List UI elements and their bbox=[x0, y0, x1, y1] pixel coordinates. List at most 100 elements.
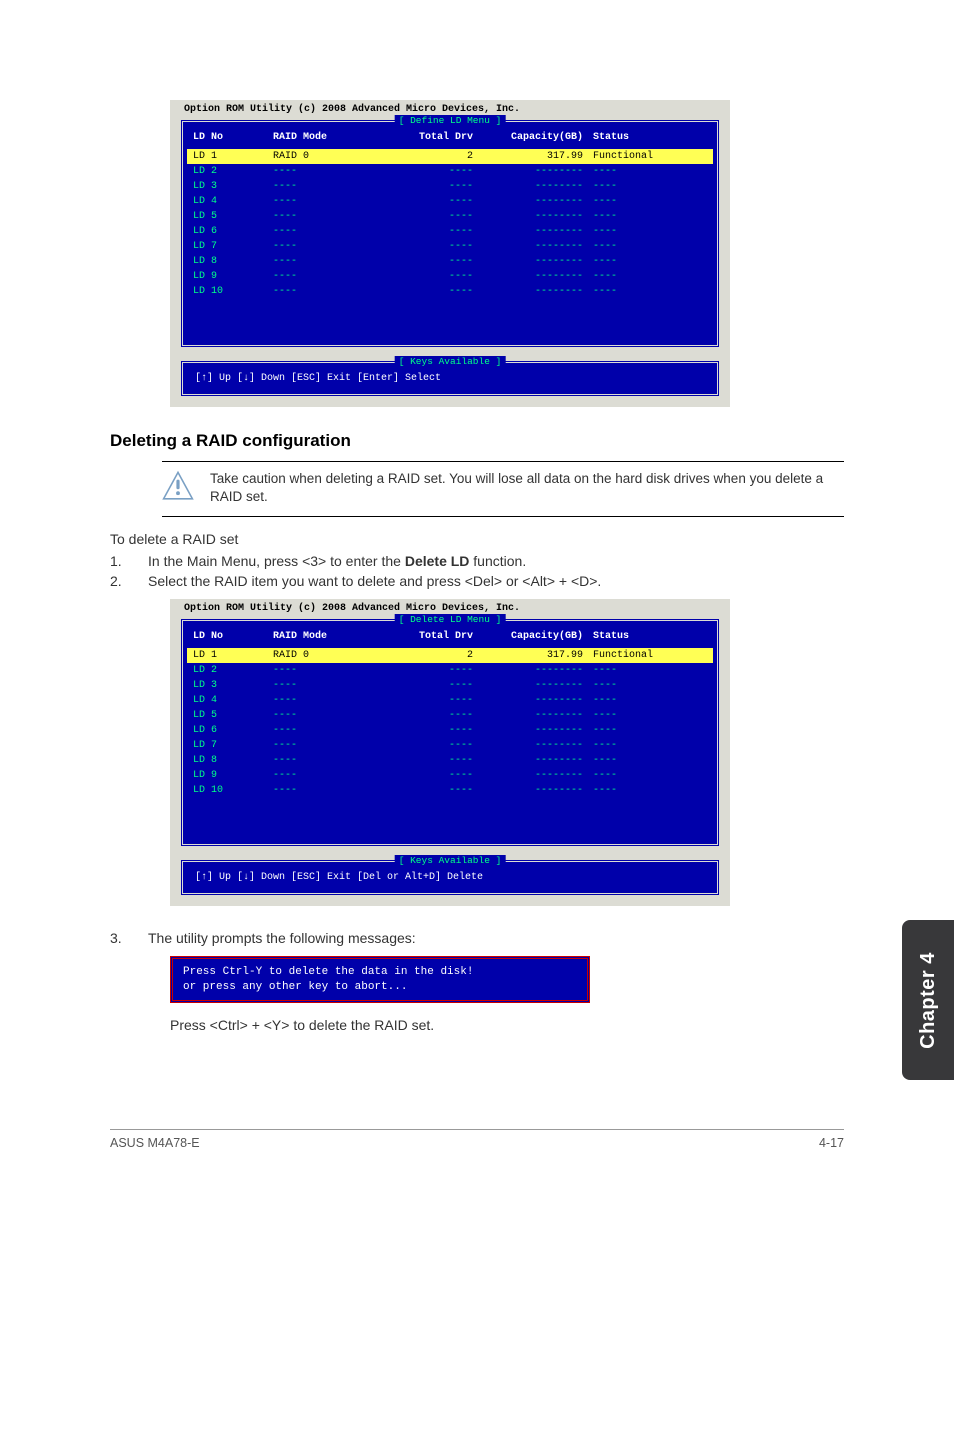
hdr-drv: Total Drv bbox=[383, 629, 473, 644]
cell-drv: ---- bbox=[383, 708, 473, 723]
cell-cap: -------- bbox=[473, 284, 593, 299]
define-panel-label: [ Define LD Menu ] bbox=[395, 115, 506, 126]
cell-stat: ---- bbox=[593, 179, 703, 194]
cell-mode: RAID 0 bbox=[273, 648, 383, 663]
keys-label-2: [ Keys Available ] bbox=[395, 855, 506, 866]
bios-utility-title-2: Option ROM Utility (c) 2008 Advanced Mic… bbox=[180, 603, 720, 614]
cell-drv: ---- bbox=[383, 239, 473, 254]
step-1-text: In the Main Menu, press <3> to enter the… bbox=[148, 553, 526, 569]
cell-drv: ---- bbox=[383, 753, 473, 768]
cell-mode: ---- bbox=[273, 269, 383, 284]
table-row: LD 5-------------------- bbox=[183, 209, 717, 224]
cell-drv: 2 bbox=[383, 648, 473, 663]
bios-delete-window: Option ROM Utility (c) 2008 Advanced Mic… bbox=[170, 599, 730, 906]
cell-ldno: LD 7 bbox=[193, 738, 273, 753]
footer-left: ASUS M4A78-E bbox=[110, 1136, 200, 1150]
hdr-cap: Capacity(GB) bbox=[473, 629, 593, 644]
intro-text: To delete a RAID set bbox=[110, 531, 844, 547]
cell-ldno: LD 3 bbox=[193, 678, 273, 693]
step-num: 2. bbox=[110, 573, 124, 589]
cell-drv: ---- bbox=[383, 209, 473, 224]
hdr-mode: RAID Mode bbox=[273, 130, 383, 145]
cell-mode: ---- bbox=[273, 194, 383, 209]
step-3: 3. The utility prompts the following mes… bbox=[110, 930, 844, 946]
cell-drv: ---- bbox=[383, 678, 473, 693]
cell-mode: ---- bbox=[273, 738, 383, 753]
cell-stat: ---- bbox=[593, 284, 703, 299]
footer-right: 4-17 bbox=[819, 1136, 844, 1150]
cell-stat: ---- bbox=[593, 708, 703, 723]
cell-stat: ---- bbox=[593, 269, 703, 284]
cell-mode: ---- bbox=[273, 284, 383, 299]
prompt-box: Press Ctrl-Y to delete the data in the d… bbox=[170, 956, 590, 1003]
press-line: Press <Ctrl> + <Y> to delete the RAID se… bbox=[170, 1017, 844, 1033]
chapter-side-tab: Chapter 4 bbox=[902, 920, 954, 1080]
cell-drv: ---- bbox=[383, 224, 473, 239]
bios-utility-title: Option ROM Utility (c) 2008 Advanced Mic… bbox=[180, 104, 720, 115]
cell-ldno: LD 4 bbox=[193, 693, 273, 708]
cell-drv: ---- bbox=[383, 693, 473, 708]
cell-stat: ---- bbox=[593, 753, 703, 768]
cell-ldno: LD 9 bbox=[193, 269, 273, 284]
prompt-line-1: Press Ctrl-Y to delete the data in the d… bbox=[183, 965, 577, 979]
cell-stat: ---- bbox=[593, 224, 703, 239]
cell-stat: ---- bbox=[593, 723, 703, 738]
section-heading: Deleting a RAID configuration bbox=[110, 431, 844, 451]
cell-cap: -------- bbox=[473, 194, 593, 209]
warning-icon bbox=[162, 470, 194, 502]
cell-stat: ---- bbox=[593, 738, 703, 753]
cell-mode: ---- bbox=[273, 179, 383, 194]
table-row: LD 1RAID 02317.99Functional bbox=[187, 648, 713, 663]
cell-cap: -------- bbox=[473, 269, 593, 284]
bios-header-row: LD No RAID Mode Total Drv Capacity(GB) S… bbox=[183, 130, 717, 145]
step-2: 2. Select the RAID item you want to dele… bbox=[110, 573, 844, 589]
chapter-label: Chapter 4 bbox=[917, 952, 940, 1049]
hdr-drv: Total Drv bbox=[383, 130, 473, 145]
cell-cap: -------- bbox=[473, 239, 593, 254]
keys-label: [ Keys Available ] bbox=[395, 356, 506, 367]
cell-ldno: LD 9 bbox=[193, 768, 273, 783]
table-row: LD 9-------------------- bbox=[183, 768, 717, 783]
cell-cap: -------- bbox=[473, 179, 593, 194]
table-row: LD 2-------------------- bbox=[183, 663, 717, 678]
table-row: LD 5-------------------- bbox=[183, 708, 717, 723]
table-row: LD 2-------------------- bbox=[183, 164, 717, 179]
steps-list-cont: 3. The utility prompts the following mes… bbox=[110, 930, 844, 946]
hdr-ldno: LD No bbox=[193, 130, 273, 145]
step1-bold: Delete LD bbox=[405, 553, 470, 569]
page-footer: ASUS M4A78-E 4-17 bbox=[110, 1129, 844, 1150]
cell-stat: ---- bbox=[593, 768, 703, 783]
prompt-line-2: or press any other key to abort... bbox=[183, 980, 577, 994]
bios-delete-panel: [ Delete LD Menu ] LD No RAID Mode Total… bbox=[180, 618, 720, 847]
table-row: LD 10-------------------- bbox=[183, 783, 717, 798]
cell-stat: Functional bbox=[593, 648, 703, 663]
table-row: LD 9-------------------- bbox=[183, 269, 717, 284]
cell-drv: ---- bbox=[383, 284, 473, 299]
cell-drv: ---- bbox=[383, 663, 473, 678]
cell-cap: -------- bbox=[473, 164, 593, 179]
cell-drv: ---- bbox=[383, 194, 473, 209]
cell-ldno: LD 6 bbox=[193, 723, 273, 738]
cell-cap: 317.99 bbox=[473, 149, 593, 164]
table-row: LD 4-------------------- bbox=[183, 693, 717, 708]
table-row: LD 3-------------------- bbox=[183, 179, 717, 194]
table-row: LD 1RAID 02317.99Functional bbox=[187, 149, 713, 164]
cell-ldno: LD 5 bbox=[193, 708, 273, 723]
warning-note: Take caution when deleting a RAID set. Y… bbox=[162, 461, 844, 517]
cell-mode: ---- bbox=[273, 708, 383, 723]
cell-ldno: LD 3 bbox=[193, 179, 273, 194]
cell-ldno: LD 8 bbox=[193, 254, 273, 269]
step1-pre: In the Main Menu, press <3> to enter the bbox=[148, 553, 405, 569]
cell-cap: -------- bbox=[473, 693, 593, 708]
cell-drv: ---- bbox=[383, 179, 473, 194]
bios-header-row-2: LD No RAID Mode Total Drv Capacity(GB) S… bbox=[183, 629, 717, 644]
cell-mode: ---- bbox=[273, 254, 383, 269]
cell-cap: -------- bbox=[473, 224, 593, 239]
step-1: 1. In the Main Menu, press <3> to enter … bbox=[110, 553, 844, 569]
cell-stat: Functional bbox=[593, 149, 703, 164]
table-row: LD 8-------------------- bbox=[183, 753, 717, 768]
cell-cap: -------- bbox=[473, 708, 593, 723]
cell-mode: ---- bbox=[273, 768, 383, 783]
cell-ldno: LD 6 bbox=[193, 224, 273, 239]
table-row: LD 4-------------------- bbox=[183, 194, 717, 209]
